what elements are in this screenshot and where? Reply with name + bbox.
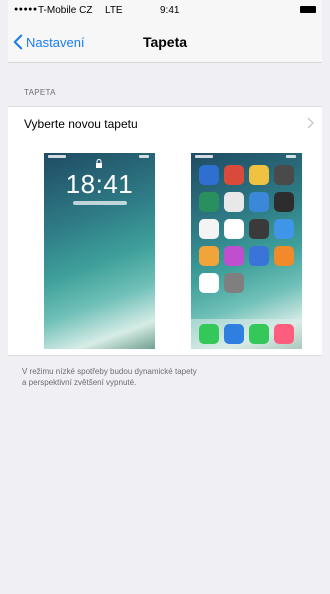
footer-note: V režimu nízké spotřeby budou dynamické … — [22, 366, 302, 388]
lock-screen-time: 18:41 — [65, 169, 134, 199]
app-icon — [249, 246, 269, 266]
footer-note-line-2: a perspektivní zvětšení vypnuté. — [22, 378, 137, 387]
app-icon-grid — [199, 165, 294, 293]
app-icon — [224, 273, 244, 293]
navigation-bar: Nastavení Tapeta — [8, 20, 322, 63]
settings-screen: ●●●●● T-Mobile CZ LTE 9:41 Nastavení Tap… — [8, 0, 322, 594]
lock-screen-date — [44, 201, 155, 207]
app-icon — [249, 165, 269, 185]
lock-screen-preview[interactable]: 18:41 — [44, 153, 155, 349]
network-type-label: LTE — [105, 5, 123, 16]
dock-app-icon — [249, 324, 269, 344]
dock-icons — [199, 324, 294, 344]
status-time: 9:41 — [160, 5, 180, 16]
app-icon — [199, 165, 219, 185]
app-icon — [249, 192, 269, 212]
choose-new-wallpaper-label: Vyberte novou tapetu — [24, 117, 138, 131]
dock-app-icon — [274, 324, 294, 344]
choose-new-wallpaper-row[interactable]: Vyberte novou tapetu — [8, 106, 322, 142]
lock-icon — [96, 159, 102, 168]
app-icon — [224, 246, 244, 266]
app-icon — [199, 246, 219, 266]
carrier-label: T-Mobile CZ — [38, 5, 93, 16]
app-icon — [224, 219, 244, 239]
chevron-right-icon — [307, 117, 314, 129]
app-icon — [274, 246, 294, 266]
app-icon — [224, 165, 244, 185]
page-title: Tapeta — [142, 34, 188, 50]
home-screen-preview[interactable] — [191, 153, 302, 349]
dock — [191, 319, 302, 349]
app-icon — [274, 165, 294, 185]
status-bar: ●●●●● T-Mobile CZ LTE 9:41 — [8, 0, 322, 20]
app-icon — [199, 273, 219, 293]
app-icon — [224, 192, 244, 212]
dock-app-icon — [224, 324, 244, 344]
app-icon — [199, 219, 219, 239]
app-icon — [199, 192, 219, 212]
dock-app-icon — [199, 324, 219, 344]
wallpaper-previews: 18:41 — [8, 141, 322, 356]
app-icon — [274, 192, 294, 212]
preview-status-bar — [191, 155, 302, 159]
app-icon — [249, 219, 269, 239]
signal-strength-icon: ●●●●● — [14, 6, 38, 13]
footer-note-line-1: V režimu nízké spotřeby budou dynamické … — [22, 367, 197, 376]
section-header: TAPETA — [24, 88, 56, 97]
app-icon — [274, 219, 294, 239]
battery-icon — [300, 6, 316, 13]
